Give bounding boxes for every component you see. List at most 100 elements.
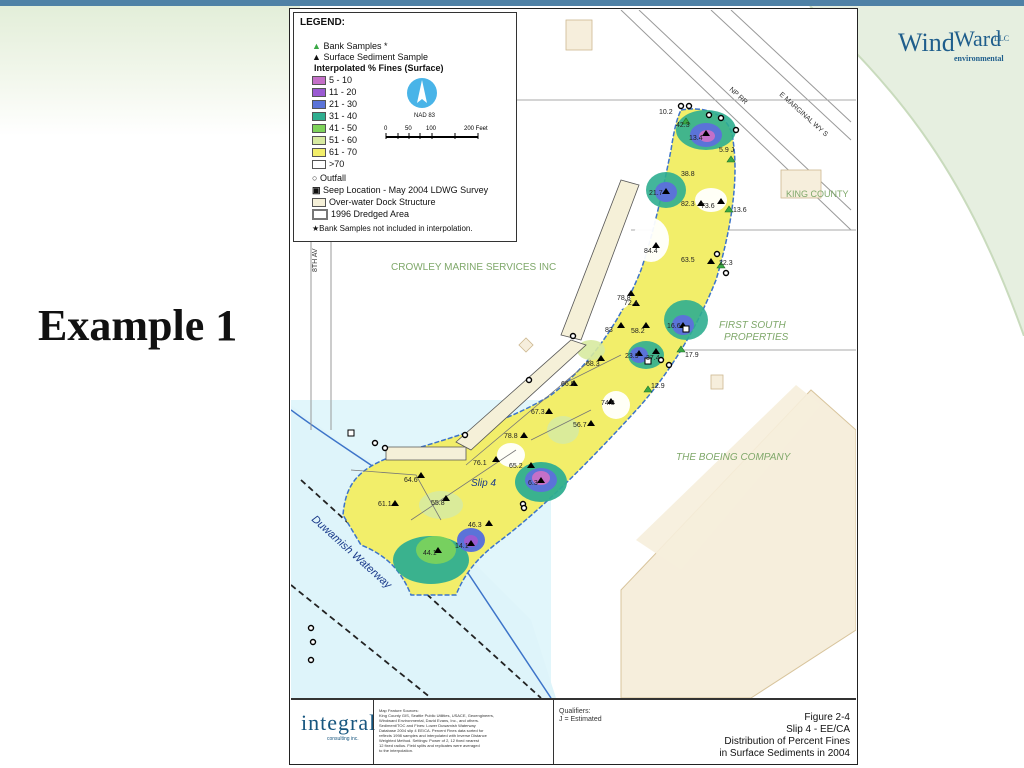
sample-value-label: 10.2	[659, 109, 673, 116]
legend-interp-heading: Interpolated % Fines (Surface)	[314, 63, 444, 73]
logo-wind-text: Wind	[898, 28, 955, 57]
slide-title: Example 1	[38, 301, 238, 350]
sample-value-label: 44.1	[423, 550, 437, 557]
sample-value-label: 12.9	[651, 383, 665, 390]
sample-value-label: 74.8	[601, 400, 615, 407]
sample-value-label: 67.3	[531, 409, 545, 416]
sample-value-label: 21.7	[649, 190, 663, 197]
legend-swatch	[312, 112, 326, 122]
legend-seep: ▣ Seep Location - May 2004 LDWG Survey	[312, 185, 489, 195]
background-gradient	[0, 6, 300, 136]
legend-class-label: 41 - 50	[329, 123, 358, 133]
sample-value-label: 73.6	[701, 203, 715, 210]
scale-tick: 50	[405, 126, 412, 132]
circle-icon: ○	[312, 173, 318, 183]
map-legend: LEGEND: ▲ Bank Samples * ▲ Surface Sedim…	[293, 12, 517, 242]
sample-value-label: 17.9	[685, 352, 699, 359]
legend-swatch	[312, 124, 326, 134]
sample-value-label: 46.3	[468, 522, 482, 529]
sample-value-label: 72.4	[624, 300, 638, 307]
sample-value-label: 55.8	[431, 500, 445, 507]
scale-bar: 0 50 100 200 Feet	[384, 126, 488, 139]
sample-value-label: 6.3	[528, 480, 538, 487]
legend-overwater: Over-water Dock Structure	[312, 197, 436, 208]
legend-note: ★Bank Samples not included in interpolat…	[312, 224, 473, 233]
hatch-swatch-icon	[312, 198, 326, 208]
legend-class-row: 11 - 20	[312, 87, 356, 98]
scale-end-label: 200 Feet	[464, 126, 488, 132]
qualifier-j: J = Estimated	[559, 716, 602, 723]
sample-value-label: 66.9	[561, 381, 575, 388]
label-boeing: THE BOEING COMPANY	[676, 452, 792, 463]
sample-value-label: 76.1	[473, 460, 487, 467]
triangle-icon: ▲	[312, 52, 321, 62]
label-crowley: CROWLEY MARINE SERVICES INC	[391, 262, 556, 273]
sample-value-label: 58.2	[631, 328, 645, 335]
sample-value-label: 16.6	[667, 323, 681, 330]
label-king-county: KING COUNTY	[786, 189, 849, 199]
sample-value-label: 22.3	[719, 260, 733, 267]
figure-number: Figure 2-4	[804, 712, 850, 723]
dock-structure	[385, 446, 467, 461]
sample-value-label: 13.4	[689, 135, 703, 142]
legend-class-row: >70	[312, 159, 344, 170]
label-8th-ave: 8TH AV	[312, 248, 319, 272]
sample-value-label: 68.3	[586, 361, 600, 368]
legend-swatch	[312, 88, 326, 98]
triangle-icon: ▲	[312, 41, 321, 51]
legend-class-row: 61 - 70	[312, 147, 357, 158]
legend-class-label: 31 - 40	[329, 111, 358, 121]
sample-value-label: 82.3	[681, 201, 695, 208]
sample-value-label: 13.6	[733, 207, 747, 214]
label-first-south-2: PROPERTIES	[724, 332, 789, 343]
figure-title-line2: in Surface Sediments in 2004	[719, 748, 850, 759]
legend-class-label: 5 - 10	[329, 75, 353, 85]
legend-title: LEGEND:	[300, 17, 345, 28]
sample-value-label: 78.8	[504, 433, 518, 440]
map-figure: CROWLEY MARINE SERVICES INC FIRST SOUTH …	[289, 8, 858, 765]
legend-class-label: 11 - 20	[329, 87, 357, 97]
sample-value-label: 63.5	[681, 257, 695, 264]
legend-class-row: 51 - 60	[312, 135, 357, 146]
title-block: integral consulting inc. Map Feature Sou…	[291, 700, 856, 764]
figure-subject: Slip 4 - EE/CA	[786, 724, 850, 735]
label-first-south: FIRST SOUTH	[719, 320, 786, 331]
map-area: CROWLEY MARINE SERVICES INC FIRST SOUTH …	[291, 10, 856, 700]
qualifiers: Qualifiers: J = Estimated	[559, 708, 602, 724]
sample-value-label: 5.9 J	[719, 147, 734, 154]
legend-class-label: 21 - 30	[329, 99, 358, 109]
legend-class-label: >70	[329, 159, 345, 169]
sample-value-label: 38.8	[681, 171, 695, 178]
scale-tick: 0	[384, 126, 388, 132]
windward-logo: Wind Ward LLC environmental	[898, 26, 1010, 70]
north-arrow-icon	[407, 78, 437, 108]
sample-value-label: 23.9	[625, 353, 639, 360]
legend-swatch	[312, 76, 326, 86]
sample-value-label: 65.2	[509, 463, 523, 470]
sample-value-label: 14.1	[455, 543, 469, 550]
divider	[553, 700, 554, 764]
legend-swatch	[312, 148, 326, 158]
integral-logo: integral	[301, 710, 377, 735]
figure-caption: Figure 2-4 Slip 4 - EE/CA Distribution o…	[719, 712, 850, 760]
qualifiers-heading: Qualifiers:	[559, 708, 591, 715]
north-label: NAD 83	[414, 113, 436, 119]
map-sources-text: Map Feature Sources: King County GIS, Sea…	[379, 708, 529, 753]
square-dot-icon: ▣	[312, 185, 321, 195]
legend-surface-sediment: ▲ Surface Sediment Sample	[312, 52, 428, 62]
sample-value-label: 64.6	[404, 477, 418, 484]
map-sources-line: to the interpolation.	[379, 748, 414, 753]
sample-value-label: 61.1	[378, 501, 392, 508]
legend-swatch	[312, 160, 326, 170]
logo-environmental-text: environmental	[954, 54, 1004, 63]
sample-value-label: 37.4	[646, 355, 660, 362]
divider	[373, 700, 374, 764]
scale-tick: 100	[426, 126, 437, 132]
legend-class-row: 31 - 40	[312, 111, 357, 122]
legend-class-row: 41 - 50	[312, 123, 357, 134]
legend-outfall: ○ Outfall	[312, 173, 346, 183]
legend-class-label: 61 - 70	[329, 147, 358, 157]
sample-value-label: 42.3	[676, 122, 690, 129]
logo-llc-text: LLC	[994, 34, 1010, 43]
legend-class-row: 21 - 30	[312, 99, 357, 110]
